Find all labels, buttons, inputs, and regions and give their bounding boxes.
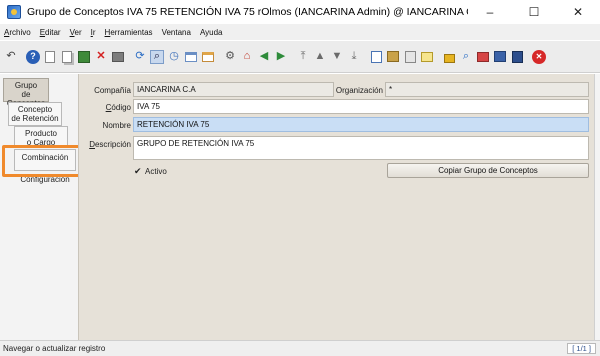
status-message: Navegar o actualizar registro [3, 344, 106, 353]
first-record-icon[interactable]: ⤒ [296, 50, 310, 64]
toolbar: ↶ ? ✕ ⟳ ⌕ ◷ ⚙ ⌂ ◀ ▶ ⤒ ▲ ▼ ⤓ ⌕ ✕ [0, 41, 600, 73]
menu-ayuda[interactable]: Ayuda [200, 28, 223, 37]
organizacion-field[interactable]: * [385, 82, 589, 97]
window-title: Grupo de Conceptos IVA 75 RETENCIÓN IVA … [27, 6, 468, 18]
archive-icon[interactable] [386, 50, 400, 64]
menu-herramientas-label: erramientas [110, 27, 153, 37]
attachment-icon[interactable] [403, 50, 417, 64]
history-icon[interactable]: ◷ [167, 50, 181, 64]
settings-icon[interactable]: ⚙ [223, 50, 237, 64]
chat-icon[interactable] [420, 50, 434, 64]
menu-icon[interactable] [184, 50, 198, 64]
record-count[interactable]: [ 1/1 ] [567, 343, 596, 354]
menu-ir-label: r [92, 27, 96, 37]
copy-icon[interactable] [60, 50, 74, 64]
undo-icon[interactable]: ↶ [4, 50, 18, 64]
previous-record-icon[interactable]: ▲ [313, 50, 327, 64]
record-panel: Compañía IANCARINA C.A Organización * Có… [78, 74, 594, 340]
descripcion-label-text: escripción [94, 140, 131, 149]
codigo-input[interactable]: IVA 75 [133, 99, 589, 114]
back-icon[interactable]: ◀ [257, 50, 271, 64]
menu-ir[interactable]: Ir [91, 28, 96, 37]
status-bar: Navegar o actualizar registro [ 1/1 ] [0, 340, 600, 356]
menu-ver-label: er [74, 27, 82, 37]
codigo-label-text: ódigo [111, 103, 131, 112]
last-record-icon[interactable]: ⤓ [347, 50, 361, 64]
copiar-grupo-button[interactable]: Copiar Grupo de Conceptos [387, 163, 589, 178]
activo-checkbox[interactable]: ✔ [134, 167, 143, 176]
menu-archivo[interactable]: Archivo [4, 28, 31, 37]
grid-toggle-icon[interactable] [201, 50, 215, 64]
lock-icon[interactable] [442, 50, 456, 64]
compania-field[interactable]: IANCARINA C.A [133, 82, 334, 97]
menu-ventana[interactable]: Ventana [162, 28, 191, 37]
app-icon [7, 5, 21, 19]
home-icon[interactable]: ⌂ [240, 50, 254, 64]
delete-icon[interactable]: ✕ [94, 50, 108, 64]
activo-label: Activo [145, 167, 167, 176]
report-icon[interactable] [369, 50, 383, 64]
compania-label: Compañía [94, 86, 131, 95]
save-icon[interactable] [77, 50, 91, 64]
nombre-label: Nombre [102, 121, 131, 130]
next-record-icon[interactable]: ▼ [330, 50, 344, 64]
new-icon[interactable] [43, 50, 57, 64]
workflow-icon[interactable] [493, 50, 507, 64]
selection-highlight [2, 145, 82, 177]
forward-icon[interactable]: ▶ [274, 50, 288, 64]
menu-editar-label: ditar [45, 27, 61, 37]
descripcion-label: Descripción [79, 140, 131, 149]
help-icon[interactable]: ? [26, 49, 40, 64]
exit-icon[interactable]: ✕ [532, 49, 546, 64]
organizacion-label: Organización [335, 86, 383, 95]
tab-concepto-de-retencion[interactable]: Concepto de Retención [8, 102, 62, 126]
tab-strip: Grupo de Conceptos Concepto de Retención… [0, 74, 78, 340]
refresh-icon[interactable]: ⟳ [133, 50, 147, 64]
print-icon[interactable] [111, 50, 125, 64]
menu-archivo-label: rchivo [9, 27, 31, 37]
nombre-input[interactable]: RETENCIÓN IVA 75 [133, 117, 589, 132]
request-icon[interactable] [476, 50, 490, 64]
find-icon[interactable]: ⌕ [150, 49, 164, 64]
title-bar: Grupo de Conceptos IVA 75 RETENCIÓN IVA … [0, 0, 600, 24]
archive-box-icon[interactable] [510, 50, 524, 64]
codigo-label: Código [79, 103, 131, 112]
menu-bar: Archivo Editar Ver Ir Herramientas Venta… [0, 24, 600, 40]
minimize-button[interactable]: – [468, 0, 512, 24]
menu-editar[interactable]: Editar [40, 28, 61, 37]
zoom-across-icon[interactable]: ⌕ [459, 50, 473, 64]
right-scroll-edge [594, 74, 600, 340]
menu-herramientas[interactable]: Herramientas [105, 28, 153, 37]
descripcion-textarea[interactable]: GRUPO DE RETENCIÓN IVA 75 [133, 136, 589, 160]
maximize-button[interactable]: ☐ [512, 0, 556, 24]
close-window-button[interactable]: ✕ [556, 0, 600, 24]
menu-ver[interactable]: Ver [70, 28, 82, 37]
tab-grupo-de-conceptos[interactable]: Grupo de Conceptos [3, 78, 49, 108]
